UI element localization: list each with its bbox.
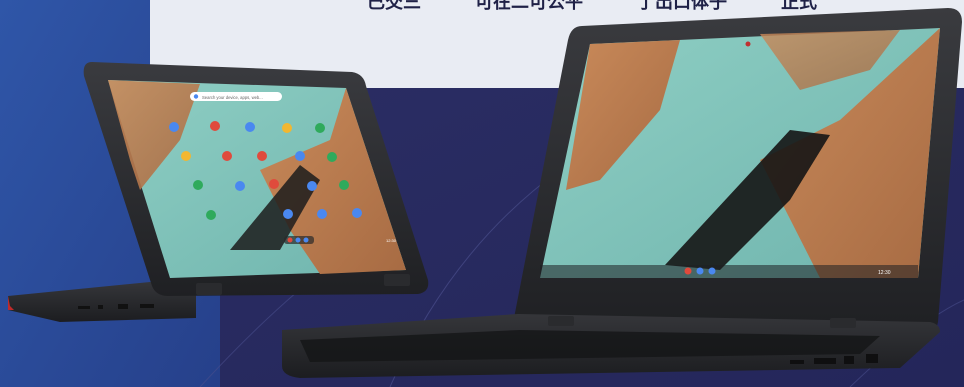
scene-illustration: Search your device, apps, web... 12:30 1… <box>0 0 964 387</box>
left-search-placeholder: Search your device, apps, web... <box>202 95 263 100</box>
right-shelf-time: 12:30 <box>878 270 891 276</box>
port-slot <box>78 306 90 309</box>
cropped-headline-overlay: 已交三 可在二可公平 了出口体子 正式 <box>220 0 964 40</box>
headline-overlay-3: 了出口体子 <box>637 0 727 12</box>
left-shelf-time: 12:30 <box>386 238 397 243</box>
headline-overlay-4: 正式 <box>781 0 817 12</box>
product-hero-image: 已交三 可在二可公平 了出口体子 正式 <box>0 0 964 387</box>
headline-overlay-1: 已交三 <box>367 0 421 12</box>
headline-overlay-2: 可在二可公平 <box>475 0 583 12</box>
